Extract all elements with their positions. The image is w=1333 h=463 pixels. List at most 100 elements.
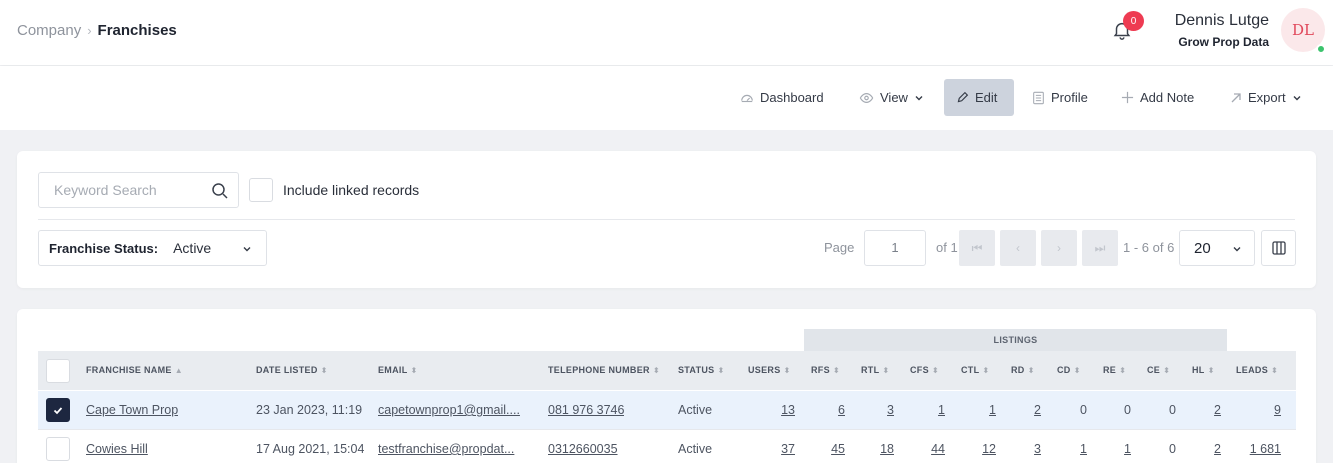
leads-count[interactable]: 9 xyxy=(1236,391,1281,429)
view-button[interactable]: View xyxy=(847,79,936,116)
col-rtl[interactable]: RTL ⬍ xyxy=(861,351,889,390)
chevron-left-icon: ‹ xyxy=(1016,241,1020,255)
prev-page-button[interactable]: ‹ xyxy=(1000,230,1036,266)
col-cfs[interactable]: CFS ⬍ xyxy=(910,351,939,390)
include-linked-checkbox[interactable] xyxy=(249,178,273,202)
col-status[interactable]: STATUS ⬍ xyxy=(678,351,724,390)
col-users[interactable]: USERS ⬍ xyxy=(748,351,791,390)
cd-count[interactable]: 1 xyxy=(1057,430,1087,463)
hl-count[interactable]: 2 xyxy=(1192,430,1221,463)
chevron-down-icon xyxy=(243,247,251,252)
rtl-count[interactable]: 3 xyxy=(861,391,894,429)
col-franchise-name[interactable]: FRANCHISE NAME ▲ xyxy=(86,351,183,390)
col-leads[interactable]: LEADS ⬍ xyxy=(1236,351,1278,390)
divider xyxy=(38,219,1295,220)
table-header: FRANCHISE NAME ▲ DATE LISTED ⬍ EMAIL ⬍ TELE… xyxy=(38,351,1296,390)
next-page-button[interactable]: › xyxy=(1041,230,1077,266)
action-toolbar: Dashboard View Edit Profile Add Note Exp… xyxy=(0,66,1333,130)
notification-badge: 0 xyxy=(1123,11,1144,31)
per-page-select[interactable]: 20 xyxy=(1179,230,1255,266)
cfs-count[interactable]: 44 xyxy=(910,430,945,463)
edit-label: Edit xyxy=(975,90,998,105)
ce-count: 0 xyxy=(1169,442,1176,456)
user-name: Dennis Lutge xyxy=(1174,12,1269,29)
email-link[interactable]: capetownprop1@gmail.... xyxy=(378,391,530,429)
row-checkbox[interactable] xyxy=(46,437,70,461)
dashboard-button[interactable]: Dashboard xyxy=(728,79,836,116)
table-card: LISTINGS FRANCHISE NAME ▲ DATE LISTED ⬍ EM… xyxy=(17,309,1316,463)
hl-count[interactable]: 2 xyxy=(1192,391,1221,429)
sort-icon: ⬍ xyxy=(410,366,418,375)
col-hl[interactable]: HL ⬍ xyxy=(1192,351,1215,390)
sort-asc-icon: ▲ xyxy=(174,366,183,375)
search-icon[interactable] xyxy=(211,182,229,200)
user-company: Grow Prop Data xyxy=(1178,35,1269,49)
last-page-button[interactable]: ⏭ xyxy=(1082,230,1118,266)
col-ctl[interactable]: CTL ⬍ xyxy=(961,351,989,390)
col-rd[interactable]: RD ⬍ xyxy=(1011,351,1035,390)
search-box xyxy=(38,172,239,208)
ctl-count[interactable]: 1 xyxy=(961,391,996,429)
rfs-count[interactable]: 45 xyxy=(811,430,845,463)
re-count: 0 xyxy=(1124,403,1131,417)
chevron-right-icon: › xyxy=(1057,241,1061,255)
per-page-value: 20 xyxy=(1194,239,1211,257)
listings-group-header: LISTINGS xyxy=(804,329,1227,351)
sort-icon: ⬍ xyxy=(1073,366,1081,375)
col-ce[interactable]: CE ⬍ xyxy=(1147,351,1170,390)
edit-button[interactable]: Edit xyxy=(944,79,1014,116)
table-row[interactable]: Cowies Hill 17 Aug 2021, 15:04 testfranc… xyxy=(38,429,1296,463)
col-date-listed[interactable]: DATE LISTED ⬍ xyxy=(256,351,328,390)
col-email[interactable]: EMAIL ⬍ xyxy=(378,351,418,390)
sort-icon: ⬍ xyxy=(717,366,725,375)
row-checkbox[interactable] xyxy=(46,398,70,422)
franchise-status-select[interactable]: Franchise Status: Active xyxy=(38,230,267,266)
ce-count: 0 xyxy=(1169,403,1176,417)
franchise-name-link[interactable]: Cowies Hill xyxy=(86,430,148,463)
col-telephone[interactable]: TELEPHONE NUMBER ⬍ xyxy=(548,351,660,390)
profile-label: Profile xyxy=(1051,90,1088,105)
telephone-link[interactable]: 081 976 3746 xyxy=(548,391,624,429)
breadcrumb-company-link[interactable]: Company xyxy=(17,22,81,39)
col-re[interactable]: RE ⬍ xyxy=(1103,351,1126,390)
email-link[interactable]: testfranchise@propdat... xyxy=(378,430,530,463)
dashboard-icon xyxy=(741,94,753,102)
cd-count: 0 xyxy=(1080,403,1087,417)
re-count[interactable]: 1 xyxy=(1103,430,1131,463)
date-listed: 23 Jan 2023, 11:19 xyxy=(256,403,363,417)
col-cd[interactable]: CD ⬍ xyxy=(1057,351,1081,390)
table-row[interactable]: Cape Town Prop 23 Jan 2023, 11:19 capeto… xyxy=(38,391,1296,429)
rd-count[interactable]: 2 xyxy=(1011,391,1041,429)
select-all-checkbox[interactable] xyxy=(46,359,70,383)
rfs-count[interactable]: 6 xyxy=(811,391,845,429)
keyword-search-input[interactable] xyxy=(54,182,204,198)
sort-icon: ⬍ xyxy=(882,366,890,375)
sort-icon: ⬍ xyxy=(1271,366,1279,375)
rd-count[interactable]: 3 xyxy=(1011,430,1041,463)
ctl-count[interactable]: 12 xyxy=(961,430,996,463)
status-value: Active xyxy=(678,442,713,456)
leads-count[interactable]: 1 681 xyxy=(1236,430,1281,463)
rtl-count[interactable]: 18 xyxy=(861,430,894,463)
add-note-label: Add Note xyxy=(1140,90,1195,105)
add-note-button[interactable]: Add Note xyxy=(1109,79,1206,116)
page-range: 1 - 6 of 6 xyxy=(1123,240,1175,255)
telephone-link[interactable]: 0312660035 xyxy=(548,430,618,463)
sort-icon: ⬍ xyxy=(652,366,660,375)
cfs-count[interactable]: 1 xyxy=(910,391,945,429)
arrow-up-right-icon xyxy=(1231,92,1241,102)
users-count[interactable]: 37 xyxy=(748,430,795,463)
first-page-button[interactable]: ⏮ xyxy=(959,230,995,266)
filter-card: Include linked records Franchise Status:… xyxy=(17,151,1316,288)
profile-button[interactable]: Profile xyxy=(1020,79,1100,116)
columns-button[interactable] xyxy=(1261,230,1296,266)
page-number-input[interactable]: 1 xyxy=(864,230,926,266)
sort-icon: ⬍ xyxy=(832,366,840,375)
sort-icon: ⬍ xyxy=(1027,366,1035,375)
col-rfs[interactable]: RFS ⬍ xyxy=(811,351,840,390)
sort-icon: ⬍ xyxy=(783,366,791,375)
export-button[interactable]: Export xyxy=(1218,79,1314,116)
users-count[interactable]: 13 xyxy=(748,391,795,429)
export-label: Export xyxy=(1248,90,1286,105)
franchise-name-link[interactable]: Cape Town Prop xyxy=(86,391,178,429)
